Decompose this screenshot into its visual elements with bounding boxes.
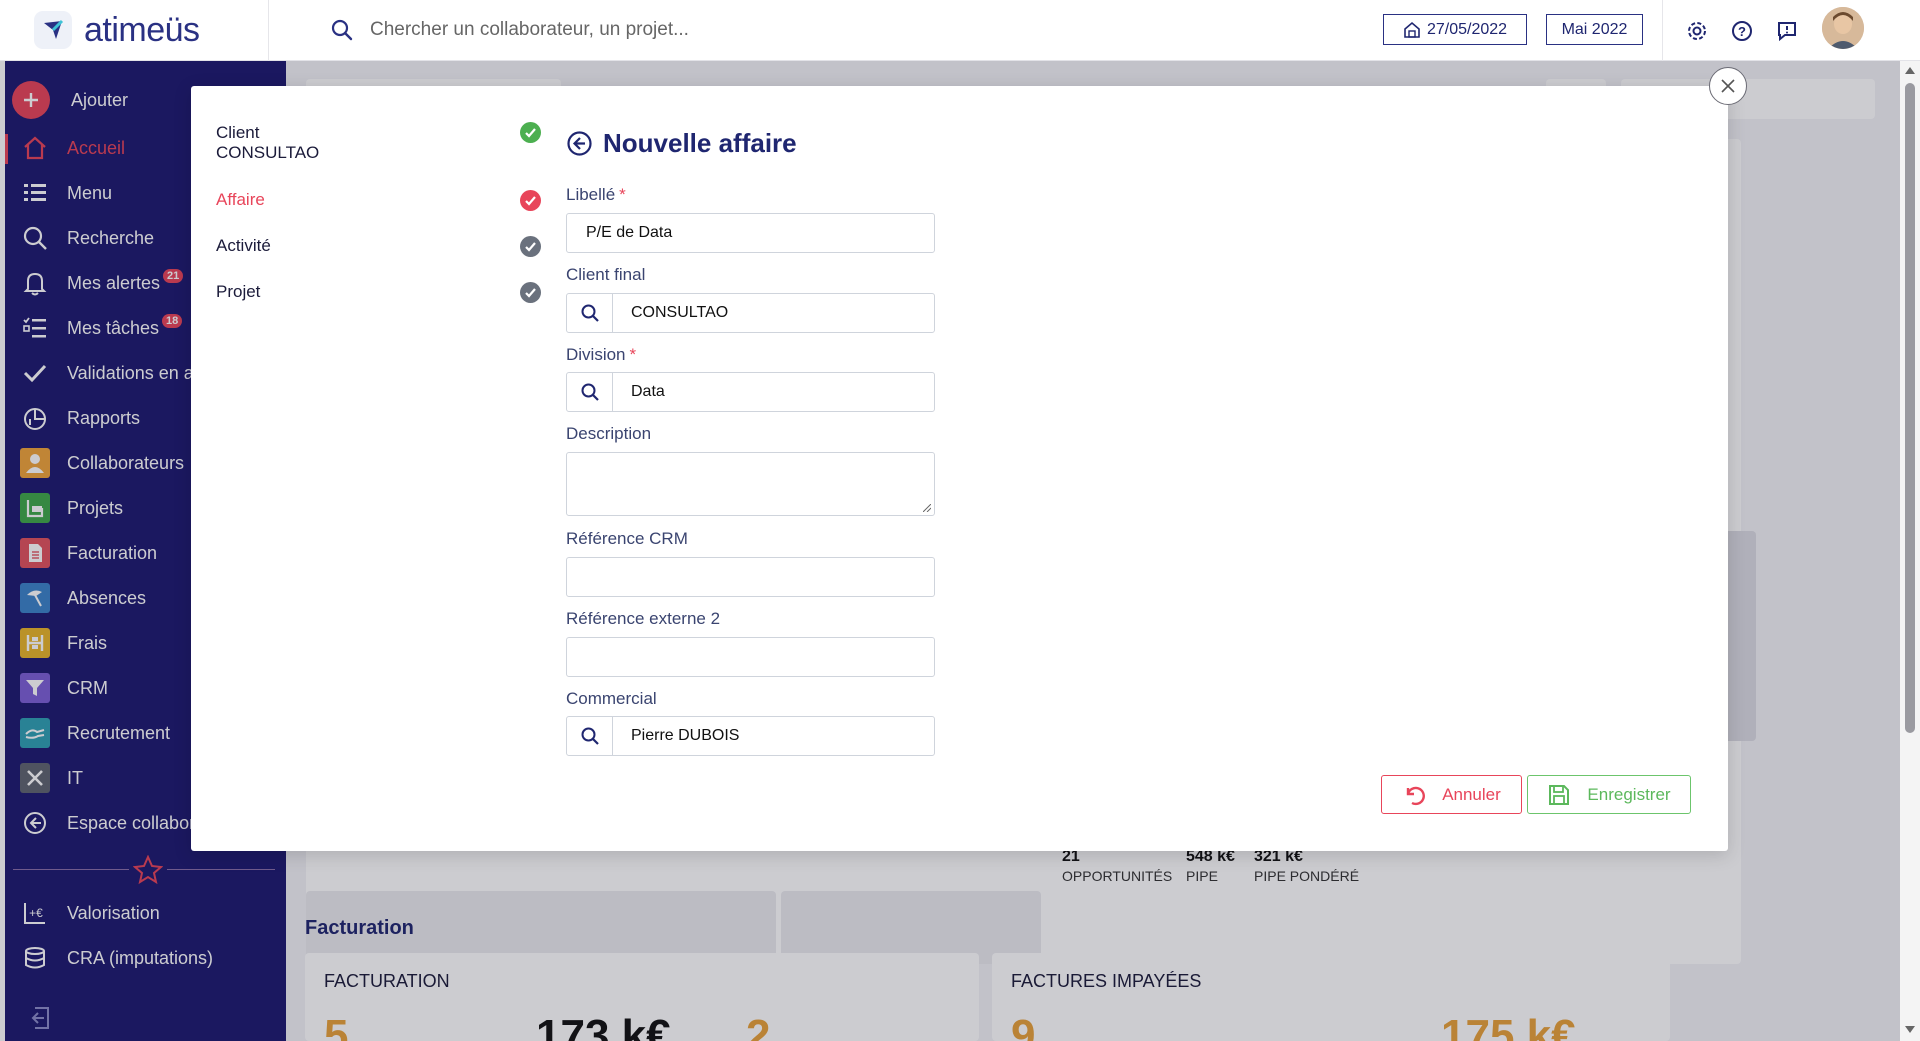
cancel-button[interactable]: Annuler [1381, 775, 1522, 814]
commercial-label: Commercial [566, 689, 657, 708]
libelle-input[interactable]: P/E de Data [566, 213, 935, 253]
date-selector[interactable]: 27/05/2022 [1383, 14, 1527, 45]
settings-gear-icon[interactable] [1685, 19, 1709, 43]
libelle-value: P/E de Data [586, 224, 673, 241]
back-arrow-icon[interactable] [566, 130, 593, 157]
top-bar: atimeüs 27/05/2022 Mai 2022 ? [0, 0, 1920, 61]
division-label-text: Division [566, 345, 626, 364]
step-label: Projet [216, 282, 261, 301]
current-date: 27/05/2022 [1426, 20, 1508, 38]
step-pending-check-icon [520, 236, 541, 257]
search-icon[interactable] [567, 717, 613, 755]
save-label: Enregistrer [1587, 784, 1671, 804]
client-final-input[interactable]: CONSULTAO [566, 293, 935, 333]
app-logo[interactable]: atimeüs [34, 10, 200, 50]
ref-crm-input[interactable] [566, 557, 935, 597]
help-icon[interactable]: ? [1730, 19, 1754, 43]
scroll-up-arrow-icon[interactable] [1905, 67, 1915, 74]
step-current-check-icon [520, 190, 541, 211]
scrollbar-thumb[interactable] [1905, 83, 1915, 733]
scroll-down-arrow-icon[interactable] [1905, 1026, 1915, 1033]
save-button[interactable]: Enregistrer [1527, 775, 1691, 814]
step-pending-check-icon [520, 282, 541, 303]
required-marker: * [629, 345, 637, 364]
resize-grip-icon[interactable] [923, 504, 931, 512]
search-icon[interactable] [567, 294, 613, 332]
step-label: Activité [216, 236, 271, 255]
commercial-input[interactable]: Pierre DUBOIS [566, 716, 935, 756]
division-value: Data [631, 383, 665, 400]
ref-ext2-input[interactable] [566, 637, 935, 677]
step-client-value: CONSULTAO [216, 143, 320, 162]
top-separator [1662, 0, 1663, 61]
description-textarea[interactable] [566, 452, 935, 516]
top-separator [268, 0, 269, 61]
ref-ext2-label: Référence externe 2 [566, 609, 721, 628]
step-done-check-icon [520, 122, 541, 143]
client-final-value: CONSULTAO [631, 304, 729, 321]
division-input[interactable]: Data [566, 372, 935, 412]
required-marker: * [619, 185, 626, 204]
save-disk-icon [1549, 784, 1570, 805]
client-final-label: Client final [566, 265, 646, 284]
user-avatar[interactable] [1822, 7, 1864, 49]
wizard-step-activite[interactable]: Activité [216, 236, 271, 256]
step-label: Client [216, 123, 260, 142]
cancel-label: Annuler [1442, 784, 1501, 804]
logo-mark-icon [34, 11, 72, 49]
wizard-step-projet[interactable]: Projet [216, 282, 260, 302]
period-selector[interactable]: Mai 2022 [1546, 14, 1643, 45]
undo-icon [1406, 786, 1426, 805]
ref-crm-label: Référence CRM [566, 529, 688, 548]
search-icon[interactable] [567, 373, 613, 411]
logo-text: atimeüs [84, 10, 200, 49]
libelle-label: Libellé * [566, 185, 626, 205]
wizard-step-client[interactable]: Client CONSULTAO [216, 123, 319, 163]
step-label: Affaire [216, 190, 265, 209]
calendar-home-icon [1404, 21, 1420, 38]
modal-title: Nouvelle affaire [566, 128, 797, 159]
commercial-value: Pierre DUBOIS [631, 727, 740, 744]
current-period: Mai 2022 [1561, 20, 1628, 38]
wizard-step-affaire[interactable]: Affaire [216, 190, 265, 210]
svg-text:?: ? [1738, 24, 1746, 39]
new-deal-modal [191, 86, 1728, 851]
division-label: Division * [566, 345, 636, 365]
feedback-icon[interactable] [1775, 19, 1799, 43]
libelle-label-text: Libellé [566, 185, 616, 204]
page-scrollbar[interactable] [1900, 61, 1920, 1041]
description-label: Description [566, 424, 652, 443]
close-modal-button[interactable] [1709, 67, 1747, 105]
close-icon [1721, 79, 1735, 93]
modal-title-text: Nouvelle affaire [603, 128, 797, 158]
search-icon[interactable] [330, 18, 354, 47]
global-search-input[interactable] [370, 14, 970, 46]
